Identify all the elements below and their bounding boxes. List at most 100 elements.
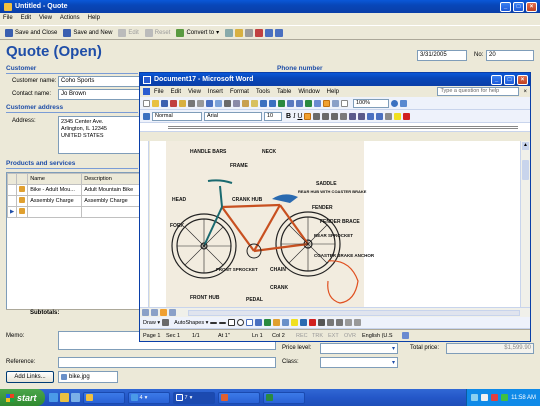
vertical-ruler[interactable]	[140, 141, 149, 307]
align-left-icon[interactable]	[304, 112, 312, 120]
taskbar-item-active[interactable]: 7 ▾	[172, 391, 215, 404]
vertical-scrollbar[interactable]: ▲	[520, 141, 530, 307]
border-icon[interactable]	[385, 112, 393, 120]
line-color-icon[interactable]	[300, 319, 308, 326]
insert-excel-icon[interactable]	[305, 99, 312, 107]
email-icon[interactable]	[179, 99, 186, 107]
paste-icon[interactable]	[242, 99, 249, 107]
network-icon[interactable]	[471, 394, 479, 401]
permission-icon[interactable]	[170, 99, 177, 107]
save-close-button[interactable]: Save and Close	[2, 27, 60, 38]
messenger-icon[interactable]	[501, 394, 509, 401]
3d-icon[interactable]	[354, 319, 362, 326]
menu-actions[interactable]: Actions	[60, 15, 80, 21]
word-menu-help[interactable]: Help	[327, 89, 339, 95]
delete-icon[interactable]	[255, 28, 264, 37]
bike-sketch-image[interactable]: HANDLE BARS NECK FRAME SADDLE REAR HUB W…	[150, 141, 523, 307]
outline-view-icon[interactable]	[169, 309, 176, 316]
select-objects-icon[interactable]	[162, 319, 170, 326]
status-rec[interactable]: REC	[296, 333, 312, 339]
insert-table-icon[interactable]	[296, 99, 303, 107]
oval-icon[interactable]	[237, 319, 245, 326]
item-description[interactable]: Adult Mountain Bike	[81, 184, 141, 196]
taskbar-item[interactable]	[82, 391, 125, 404]
spelling-icon[interactable]	[206, 99, 213, 107]
arrow-style-icon[interactable]	[336, 319, 344, 326]
style-select[interactable]: Normal	[152, 111, 202, 121]
outlook-icon[interactable]	[59, 393, 69, 402]
underline-button[interactable]: U	[297, 113, 302, 120]
highlight-icon[interactable]	[394, 112, 402, 120]
convert-to-button[interactable]: Convert to ▾	[173, 27, 222, 38]
item-description[interactable]: Assembly Charge	[81, 195, 141, 207]
word-menu-file[interactable]: File	[154, 89, 164, 95]
start-button[interactable]: start	[0, 389, 45, 406]
arrow-icon[interactable]	[219, 321, 227, 324]
styles-pane-icon[interactable]	[143, 112, 150, 120]
status-trk[interactable]: TRK	[312, 333, 328, 339]
shadow-icon[interactable]	[345, 319, 353, 326]
grid-header-description[interactable]: Description	[81, 173, 141, 185]
drawing-icon[interactable]	[323, 99, 330, 107]
quote-number-field[interactable]: 20	[486, 50, 534, 61]
font-color-icon[interactable]	[403, 112, 411, 120]
cut-icon[interactable]	[224, 99, 231, 107]
research-icon[interactable]	[215, 99, 222, 107]
copy-icon[interactable]	[233, 99, 240, 107]
italic-button[interactable]: I	[293, 112, 295, 120]
spelling-status-icon[interactable]	[402, 332, 409, 339]
draw-menu[interactable]: Draw ▾	[143, 320, 160, 326]
line-style-icon[interactable]	[318, 319, 326, 326]
textbox-icon[interactable]	[246, 319, 254, 326]
horizontal-ruler[interactable]	[140, 123, 530, 132]
word-minimize-button[interactable]: _	[491, 74, 502, 85]
save-new-button[interactable]: Save and New	[60, 27, 115, 38]
reference-field[interactable]	[58, 357, 276, 368]
desktop-icon[interactable]	[70, 393, 80, 402]
address-field[interactable]: 2345 Center Ave. Arlington, IL 12345 UNI…	[58, 116, 140, 154]
row-selector[interactable]	[6, 195, 18, 207]
grid-header-name[interactable]: Name	[27, 173, 83, 185]
bullets-icon[interactable]	[358, 112, 366, 120]
word-maximize-button[interactable]: □	[504, 74, 515, 85]
wordart-icon[interactable]	[255, 319, 263, 326]
numbering-icon[interactable]	[349, 112, 357, 120]
horizontal-scrollbar[interactable]	[188, 309, 520, 316]
word-menu-table[interactable]: Table	[277, 89, 291, 95]
date-field[interactable]: 3/31/2005	[417, 50, 467, 61]
minimize-button[interactable]: _	[500, 1, 511, 12]
status-ovr[interactable]: OVR	[344, 333, 362, 339]
print-icon[interactable]	[188, 99, 195, 107]
taskbar-item[interactable]: 4 ▾	[127, 391, 170, 404]
class-select[interactable]: ▾	[320, 357, 398, 368]
item-name[interactable]: Assembly Charge	[27, 195, 83, 207]
word-menu-tools[interactable]: Tools	[256, 89, 270, 95]
print-icon[interactable]	[225, 28, 234, 37]
status-ext[interactable]: EXT	[328, 333, 344, 339]
rectangle-icon[interactable]	[228, 319, 236, 326]
table-row-new[interactable]: ▶	[6, 206, 141, 218]
zoom-select[interactable]: 100%	[353, 98, 389, 108]
word-close-button[interactable]: ×	[517, 74, 528, 85]
font-select[interactable]: Arial	[204, 111, 262, 121]
document-canvas[interactable]: HANDLE BARS NECK FRAME SADDLE REAR HUB W…	[150, 141, 523, 307]
table-row[interactable]: Bike - Adult Mou... Adult Mountain Bike	[6, 184, 141, 196]
word-window[interactable]: Document17 - Microsoft Word _ □ × File E…	[139, 72, 531, 342]
clock[interactable]: 11:58 AM	[511, 395, 536, 401]
taskbar-item[interactable]	[217, 391, 260, 404]
document-map-icon[interactable]	[332, 99, 339, 107]
line-items-grid[interactable]: Name Description Bike - Adult Mou... Adu…	[6, 172, 141, 317]
print-layout-icon[interactable]	[160, 309, 167, 316]
font-color-icon[interactable]	[309, 319, 317, 326]
row-selector[interactable]	[6, 184, 18, 196]
menu-edit[interactable]: Edit	[21, 15, 31, 21]
close-button[interactable]: ×	[526, 1, 537, 12]
new-doc-icon[interactable]	[143, 99, 150, 107]
fill-color-icon[interactable]	[291, 319, 299, 326]
row-selector-arrow[interactable]: ▶	[6, 206, 18, 218]
save-icon[interactable]	[161, 99, 168, 107]
word-menu-edit[interactable]: Edit	[171, 89, 181, 95]
item-name-empty[interactable]	[27, 206, 83, 218]
reset-button[interactable]: Reset	[142, 27, 174, 38]
increase-indent-icon[interactable]	[376, 112, 384, 120]
